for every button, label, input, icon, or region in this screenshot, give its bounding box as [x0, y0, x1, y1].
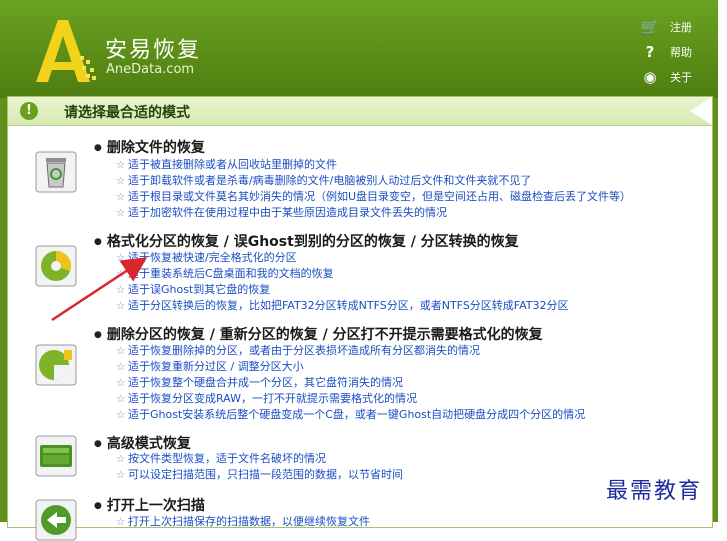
app-url: AneData.com: [106, 62, 195, 77]
mode-title: 打开上一次扫描: [94, 495, 205, 515]
mode-description-list: 适于恢复删除掉的分区，或者由于分区表损坏造成所有分区都消失的情况 适于恢复重新分…: [116, 343, 585, 423]
watermark: 最需教育: [606, 473, 709, 505]
list-item: 适于Ghost安装系统后整个硬盘变成一个C盘，或者一键Ghost自动把硬盘分成四…: [116, 407, 585, 423]
list-item: 适于恢复重新分过区 / 调整分区大小: [116, 359, 585, 375]
list-item: 适于恢复删除掉的分区，或者由于分区表损坏造成所有分区都消失的情况: [116, 343, 585, 359]
partition-icon: [35, 344, 77, 386]
register-button[interactable]: 🛒 注册: [640, 14, 718, 39]
mode-title: 删除文件的恢复: [94, 137, 205, 157]
about-button[interactable]: ◉ 关于: [640, 64, 718, 89]
list-item: 适于重装系统后C盘桌面和我的文档的恢复: [116, 266, 569, 282]
register-label: 注册: [670, 20, 692, 34]
bar-notch: [690, 97, 712, 125]
cart-icon: 🛒: [640, 17, 660, 36]
app-name: 安易恢复: [105, 38, 202, 63]
help-label: 帮助: [670, 45, 692, 59]
info-icon: ◉: [643, 67, 657, 86]
mode-description-list: 适于恢复被快速/完全格式化的分区 适于重装系统后C盘桌面和我的文档的恢复 适于误…: [116, 250, 569, 314]
question-icon: ?: [645, 42, 655, 61]
mode-description-list: 适于被直接删除或者从回收站里删掉的文件 适于卸载软件或者是杀毒/病毒删除的文件/…: [116, 157, 631, 221]
about-label: 关于: [670, 70, 692, 84]
list-item: 适于被直接删除或者从回收站里删掉的文件: [116, 157, 631, 173]
back-arrow-icon: [35, 499, 77, 541]
list-item: 打开上次扫描保存的扫描数据，以便继续恢复文件: [116, 514, 370, 530]
mode-title: 高级模式恢复: [94, 433, 191, 453]
mode-deleted-partition[interactable]: 删除分区的恢复 / 重新分区的恢复 / 分区打不开提示需要格式化的恢复 适于恢复…: [8, 322, 712, 422]
list-item: 适于恢复整个硬盘合并成一个分区，其它盘符消失的情况: [116, 375, 585, 391]
list-item: 适于误Ghost到其它盘的恢复: [116, 282, 569, 298]
mode-title: 删除分区的恢复 / 重新分区的恢复 / 分区打不开提示需要格式化的恢复: [94, 324, 543, 344]
app-window: 安易恢复 AneData.com 🛒 注册 ? 帮助 ◉ 关于 ! 请选择最合适…: [0, 0, 718, 541]
list-item: 适于根目录或文件莫名其妙消失的情况（例如U盘目录变空，但是空间还占用、磁盘检查后…: [116, 189, 631, 205]
list-item: 适于恢复被快速/完全格式化的分区: [116, 250, 569, 266]
mode-title: 格式化分区的恢复 / 误Ghost到别的分区的恢复 / 分区转换的恢复: [94, 231, 519, 251]
mode-header-bar: ! 请选择最合适的模式: [8, 97, 712, 126]
exclamation-icon: !: [20, 102, 38, 120]
list-item: 适于恢复分区变成RAW，一打不开就提示需要格式化的情况: [116, 391, 585, 407]
format-disk-icon: [35, 245, 77, 287]
mode-description-list: 按文件类型恢复，适于文件名破坏的情况 可以设定扫描范围，只扫描一段范围的数据，以…: [116, 451, 403, 483]
mode-formatted-partition[interactable]: 格式化分区的恢复 / 误Ghost到别的分区的恢复 / 分区转换的恢复 适于恢复…: [8, 229, 712, 315]
recycle-bin-icon: [35, 151, 77, 193]
mode-description-list: 打开上次扫描保存的扫描数据，以便继续恢复文件: [116, 514, 370, 530]
help-button[interactable]: ? 帮助: [640, 39, 718, 64]
window-edge: [718, 0, 727, 522]
mode-deleted-files[interactable]: 删除文件的恢复 适于被直接删除或者从回收站里删掉的文件 适于卸载软件或者是杀毒/…: [8, 133, 712, 223]
header: 安易恢复 AneData.com 🛒 注册 ? 帮助 ◉ 关于: [0, 0, 718, 98]
mode-header-title: 请选择最合适的模式: [64, 105, 190, 121]
mode-panel: ! 请选择最合适的模式 删除文件的恢复 适于被直接删除或者从回收站里删掉的文件 …: [7, 96, 713, 541]
list-item: 适于分区转换后的恢复，比如把FAT32分区转成NTFS分区，或者NTFS分区转成…: [116, 298, 569, 314]
hard-drive-icon: [35, 435, 77, 477]
logo-icon: [36, 20, 96, 82]
list-item: 按文件类型恢复，适于文件名破坏的情况: [116, 451, 403, 467]
list-item: 可以设定扫描范围，只扫描一段范围的数据，以节省时间: [116, 467, 403, 483]
list-item: 适于卸载软件或者是杀毒/病毒删除的文件/电脑被别人动过后文件和文件夹就不见了: [116, 173, 631, 189]
list-item: 适于加密软件在使用过程中由于某些原因造成目录文件丢失的情况: [116, 205, 631, 221]
top-menu: 🛒 注册 ? 帮助 ◉ 关于: [640, 14, 718, 89]
